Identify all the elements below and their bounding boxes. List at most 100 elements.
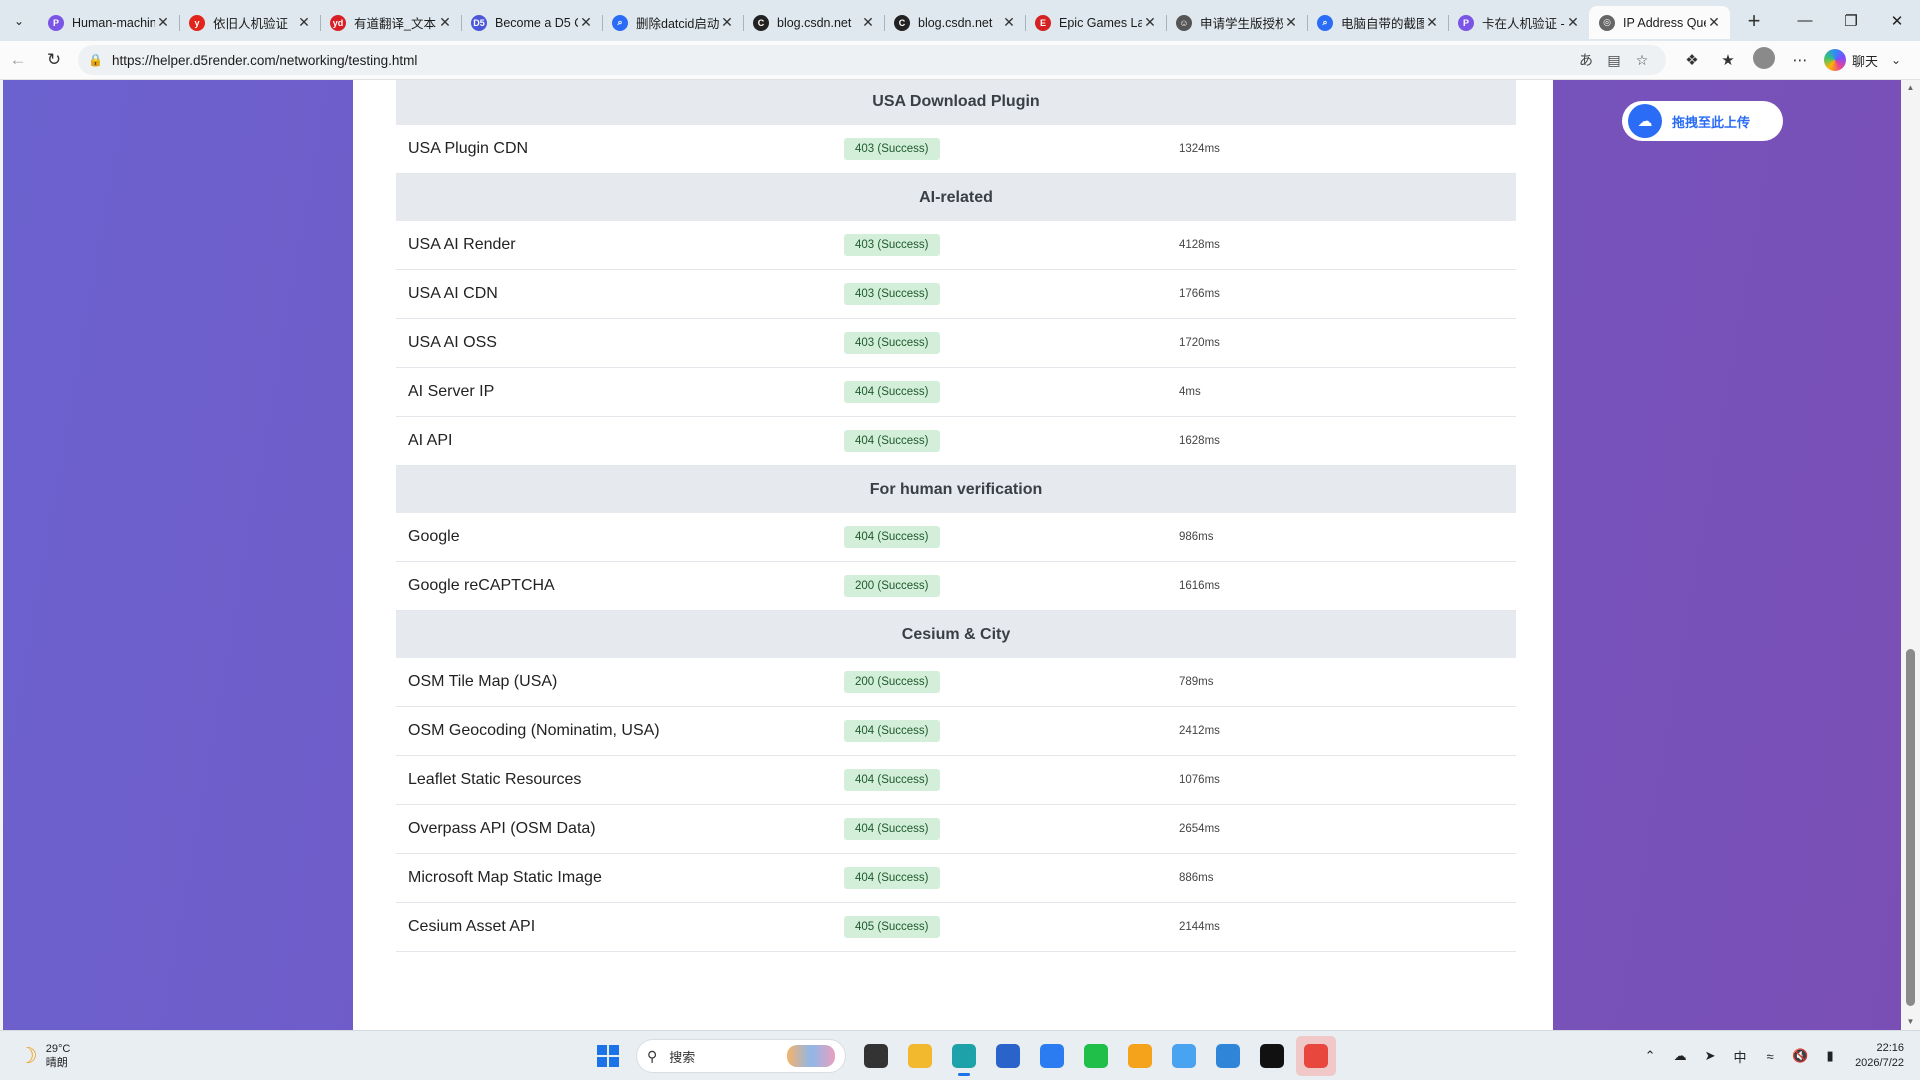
- taskbar-search[interactable]: ⚲ 搜索: [636, 1039, 846, 1073]
- tab-close-icon[interactable]: ✕: [1424, 14, 1440, 31]
- tab-close-icon[interactable]: ✕: [1142, 14, 1158, 31]
- service-name: Cesium Asset API: [408, 918, 536, 935]
- browser-tab[interactable]: P 卡在人机验证 - ✕: [1448, 6, 1589, 39]
- yd-red-icon: yd: [330, 14, 346, 31]
- browser-tab[interactable]: E Epic Games Lau✕: [1025, 6, 1166, 39]
- minimize-icon[interactable]: —: [1782, 0, 1828, 41]
- status-badge: 404 (Success): [844, 430, 940, 452]
- tab-close-icon[interactable]: ✕: [578, 14, 594, 31]
- location-icon[interactable]: ➤: [1695, 1048, 1725, 1064]
- chevron-up-icon[interactable]: ⌃: [1635, 1048, 1665, 1064]
- wifi-icon[interactable]: ≈: [1755, 1049, 1785, 1064]
- results-card: USA Download Plugin USA Plugin CDN 403 (Su…: [353, 80, 1553, 1030]
- restore-icon[interactable]: ❐: [1828, 0, 1874, 41]
- onedrive-icon[interactable]: ☁: [1665, 1048, 1695, 1064]
- favorites-icon[interactable]: ★: [1710, 51, 1746, 69]
- response-time: 1720ms: [1179, 337, 1220, 349]
- status-cell: 404 (Success): [844, 430, 1179, 452]
- browser-tab[interactable]: Cblog.csdn.net ✕: [743, 6, 884, 39]
- battery-icon[interactable]: ▮: [1815, 1048, 1845, 1064]
- back-icon[interactable]: ←: [0, 45, 36, 75]
- extensions-icon[interactable]: ❖: [1674, 51, 1710, 69]
- omnibox[interactable]: 🔒 https://helper.d5render.com/networking…: [78, 45, 1666, 75]
- start-button[interactable]: [588, 1036, 628, 1076]
- browser-tab[interactable]: ☺ 申请学生版授权 ✕: [1166, 6, 1307, 39]
- remote-app[interactable]: [1208, 1036, 1248, 1076]
- feedback-app[interactable]: [1164, 1036, 1204, 1076]
- store-app[interactable]: [988, 1036, 1028, 1076]
- status-cell: 403 (Success): [844, 234, 1179, 256]
- browser-tab[interactable]: Cblog.csdn.net ✕: [884, 6, 1025, 39]
- close-window-icon[interactable]: ✕: [1874, 0, 1920, 41]
- table-row: USA AI OSS 403 (Success) 1720ms: [396, 319, 1516, 368]
- page-scrollbar[interactable]: ▲ ▼: [1901, 80, 1920, 1030]
- status-cell: 403 (Success): [844, 138, 1179, 160]
- tab-close-icon[interactable]: ✕: [860, 14, 876, 31]
- service-name: Overpass API (OSM Data): [408, 820, 596, 837]
- folder-app-icon: [908, 1044, 932, 1068]
- copilot-label: 聊天: [1852, 53, 1879, 69]
- tab-close-icon[interactable]: ✕: [296, 14, 312, 31]
- status-cell: 404 (Success): [844, 526, 1179, 548]
- status-cell: 404 (Success): [844, 769, 1179, 791]
- upload-label: 拖拽至此上传: [1672, 114, 1751, 130]
- new-tab-button[interactable]: +: [1734, 4, 1774, 37]
- url-text[interactable]: https://helper.d5render.com/networking/t…: [112, 53, 1572, 68]
- tab-title: Human-machin: [72, 15, 155, 30]
- tab-close-icon[interactable]: ✕: [1001, 14, 1017, 31]
- scroll-up-icon[interactable]: ▲: [1901, 80, 1920, 96]
- todo-app-icon: [1040, 1044, 1064, 1068]
- todo-app[interactable]: [1032, 1036, 1072, 1076]
- tab-close-icon[interactable]: ✕: [1283, 14, 1299, 31]
- folder-app[interactable]: [900, 1036, 940, 1076]
- tab-close-icon[interactable]: ✕: [155, 14, 171, 31]
- more-menu-icon[interactable]: ⋯: [1782, 51, 1818, 69]
- table-row: USA AI CDN 403 (Success) 1766ms: [396, 270, 1516, 319]
- status-badge: 403 (Success): [844, 234, 940, 256]
- clock[interactable]: 22:16 2026/7/22: [1855, 1041, 1904, 1071]
- tab-close-icon[interactable]: ✕: [437, 14, 453, 31]
- table-row: AI Server IP 404 (Success) 4ms: [396, 368, 1516, 417]
- snipping-app[interactable]: [1296, 1036, 1336, 1076]
- pen-app[interactable]: [1120, 1036, 1160, 1076]
- volume-muted-icon[interactable]: 🔇: [1785, 1048, 1815, 1064]
- profile-avatar[interactable]: [1746, 47, 1782, 73]
- weather-widget[interactable]: ☽ 29°C 晴朗: [18, 1042, 158, 1070]
- service-name: USA AI CDN: [408, 285, 498, 302]
- tab-title: 删除datcid启动: [636, 17, 719, 31]
- reading-view-icon[interactable]: ▤: [1600, 52, 1628, 69]
- scroll-down-icon[interactable]: ▼: [1901, 1014, 1920, 1030]
- toolbar: ❖ ★ ⋯: [1674, 47, 1818, 73]
- browser-tab[interactable]: D5 Become a D5 C ✕: [461, 6, 602, 39]
- browser-tab[interactable]: yd 有道翻译_文本 ✕: [320, 6, 461, 39]
- pen-app-icon: [1128, 1044, 1152, 1068]
- table-row: OSM Tile Map (USA) 200 (Success) 789ms: [396, 658, 1516, 707]
- browser-tab[interactable]: ◎ IP Address Que ✕: [1589, 6, 1730, 39]
- tab-close-icon[interactable]: ✕: [1565, 14, 1581, 31]
- tab-close-icon[interactable]: ✕: [719, 14, 735, 31]
- sidebar-chevron-icon[interactable]: ⌄: [1878, 45, 1914, 75]
- cloud-upload-icon: ☁: [1628, 104, 1662, 138]
- browser-tab[interactable]: ⌕ 删除datcid启动 ✕: [602, 6, 743, 39]
- wechat-app[interactable]: [1076, 1036, 1116, 1076]
- browser-tab[interactable]: P Human-machin ✕: [38, 6, 179, 39]
- copilot-button[interactable]: 聊天: [1824, 49, 1878, 71]
- scroll-thumb[interactable]: [1906, 649, 1915, 1006]
- tab-title: 申请学生版授权: [1200, 17, 1283, 31]
- file-explorer-app[interactable]: [856, 1036, 896, 1076]
- status-badge: 404 (Success): [844, 867, 940, 889]
- d5-blue-icon: D5: [471, 14, 487, 31]
- browser-tab[interactable]: ⌕ 电脑自带的截图 ✕: [1307, 6, 1448, 39]
- edge-app[interactable]: [944, 1036, 984, 1076]
- translate-icon[interactable]: あ: [1572, 50, 1600, 70]
- tab-close-icon[interactable]: ✕: [1706, 14, 1722, 31]
- response-time: 789ms: [1179, 676, 1214, 688]
- browser-tab[interactable]: y 依旧人机验证 ✕: [179, 6, 320, 39]
- terminal-app[interactable]: [1252, 1036, 1292, 1076]
- service-name: AI Server IP: [408, 383, 495, 400]
- ime-indicator[interactable]: 中: [1725, 1047, 1755, 1066]
- refresh-icon[interactable]: ↻: [36, 45, 72, 75]
- upload-dropzone-button[interactable]: ☁ 拖拽至此上传: [1622, 101, 1783, 141]
- tab-list-chevron-icon[interactable]: ⌄: [6, 8, 32, 34]
- favorite-star-icon[interactable]: ☆: [1628, 52, 1656, 69]
